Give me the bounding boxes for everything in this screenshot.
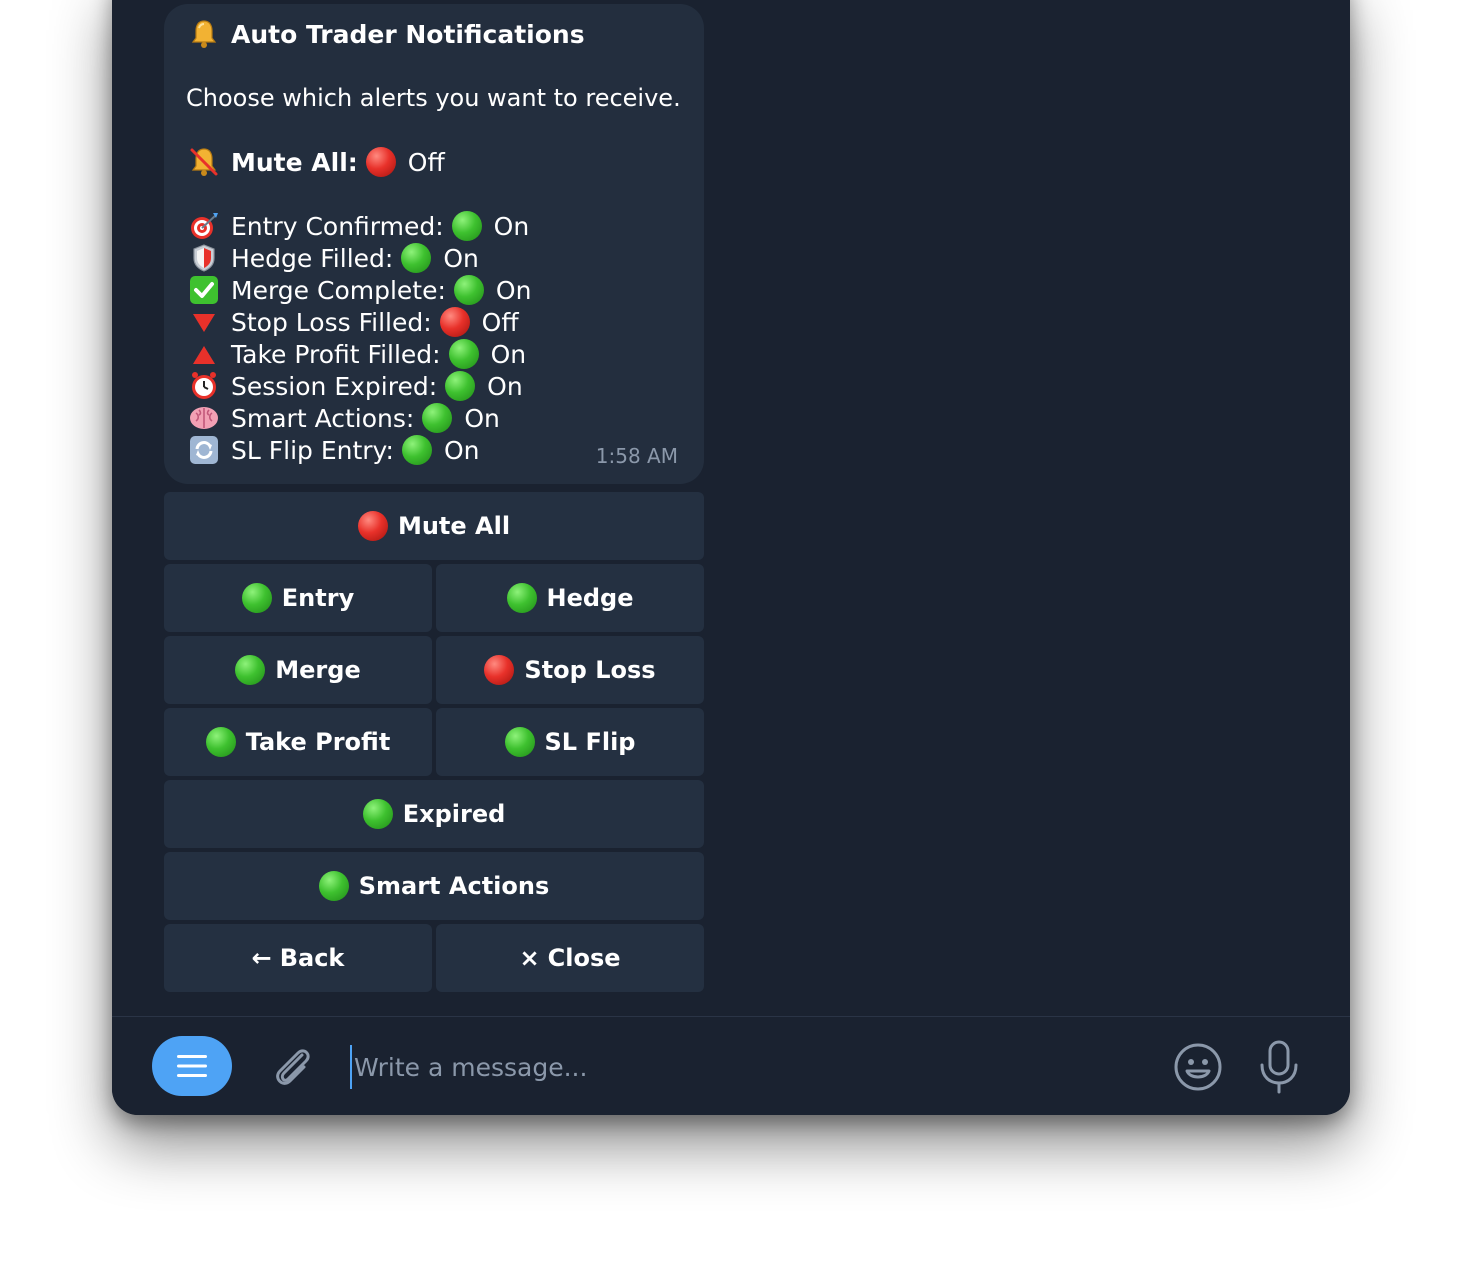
green-circle-icon bbox=[422, 403, 453, 433]
green-circle-icon bbox=[318, 871, 349, 901]
button-label: Mute All bbox=[397, 512, 511, 540]
green-circle-icon bbox=[362, 799, 393, 829]
status-label: Smart Actions: bbox=[231, 403, 415, 433]
status-row-smart-actions: Smart Actions: On bbox=[186, 402, 682, 434]
green-circle-icon bbox=[504, 727, 535, 757]
button-label: Merge bbox=[275, 656, 361, 684]
button-label: SL Flip bbox=[544, 728, 636, 756]
status-state: Off bbox=[481, 307, 519, 337]
button-label: Stop Loss bbox=[524, 656, 656, 684]
green-circle-icon bbox=[451, 211, 482, 241]
entry-button[interactable]: Entry bbox=[164, 564, 432, 632]
hedge-button[interactable]: Hedge bbox=[436, 564, 704, 632]
chat-window: Auto Trader Notifications Choose which a… bbox=[112, 0, 1350, 1115]
button-label: Entry bbox=[281, 584, 355, 612]
message-title: Auto Trader Notifications bbox=[231, 19, 585, 49]
red-circle-icon bbox=[365, 147, 396, 177]
smart-actions-button[interactable]: Smart Actions bbox=[164, 852, 704, 920]
down-triangle-icon bbox=[186, 306, 222, 338]
status-label: Merge Complete: bbox=[231, 275, 446, 305]
status-row-stop-loss: Stop Loss Filled: Off bbox=[186, 306, 682, 338]
red-circle-icon bbox=[484, 655, 515, 685]
back-button[interactable]: ← Back bbox=[164, 924, 432, 992]
mute-all-button[interactable]: Mute All bbox=[164, 492, 704, 560]
menu-icon bbox=[177, 1055, 207, 1077]
status-row-entry: Entry Confirmed: On bbox=[186, 210, 682, 242]
brain-icon bbox=[186, 402, 222, 434]
message-subtitle: Choose which alerts you want to receive. bbox=[186, 84, 681, 112]
expired-button[interactable]: Expired bbox=[164, 780, 704, 848]
mute-all-status: Mute All: Off bbox=[186, 146, 682, 178]
up-triangle-icon bbox=[186, 338, 222, 370]
arrow-left-icon: ← bbox=[251, 944, 272, 972]
red-circle-icon bbox=[439, 307, 470, 337]
bell-icon bbox=[186, 18, 222, 50]
status-label: SL Flip Entry: bbox=[231, 435, 394, 465]
refresh-icon bbox=[186, 434, 222, 466]
button-label: Back bbox=[279, 944, 345, 972]
status-row-take-profit: Take Profit Filled: On bbox=[186, 338, 682, 370]
merge-button[interactable]: Merge bbox=[164, 636, 432, 704]
green-circle-icon bbox=[453, 275, 484, 305]
green-circle-icon bbox=[401, 243, 432, 273]
attach-button[interactable] bbox=[268, 1041, 316, 1093]
status-label: Stop Loss Filled: bbox=[231, 307, 432, 337]
stop-loss-button[interactable]: Stop Loss bbox=[436, 636, 704, 704]
status-state: On bbox=[490, 339, 527, 369]
bot-menu-button[interactable] bbox=[152, 1036, 232, 1096]
red-circle-icon bbox=[357, 511, 388, 541]
status-state: On bbox=[443, 243, 479, 273]
close-button[interactable]: × Close bbox=[436, 924, 704, 992]
close-icon: × bbox=[519, 944, 540, 972]
button-label: Expired bbox=[402, 800, 506, 828]
green-circle-icon bbox=[506, 583, 537, 613]
check-box-icon bbox=[186, 274, 222, 306]
green-circle-icon bbox=[445, 371, 476, 401]
message-title-row: Auto Trader Notifications bbox=[186, 18, 682, 50]
green-circle-icon bbox=[401, 435, 432, 465]
status-row-session-expired: Session Expired: On bbox=[186, 370, 682, 402]
shield-icon bbox=[186, 242, 222, 274]
green-circle-icon bbox=[241, 583, 272, 613]
status-state: On bbox=[487, 371, 523, 401]
message-time: 1:58 AM bbox=[595, 444, 678, 468]
status-list: Entry Confirmed: On Hedge Filled: On Mer… bbox=[186, 210, 682, 466]
take-profit-button[interactable]: Take Profit bbox=[164, 708, 432, 776]
button-label: Take Profit bbox=[245, 728, 391, 756]
message-bubble: Auto Trader Notifications Choose which a… bbox=[164, 4, 704, 484]
status-state: On bbox=[443, 435, 480, 465]
voice-record-button[interactable] bbox=[1257, 1039, 1301, 1095]
button-label: Hedge bbox=[546, 584, 634, 612]
status-state: On bbox=[464, 403, 500, 433]
status-state: On bbox=[495, 275, 532, 305]
alarm-clock-icon bbox=[186, 370, 222, 402]
message-input[interactable] bbox=[350, 1045, 1134, 1089]
status-row-hedge: Hedge Filled: On bbox=[186, 242, 682, 274]
button-label: Smart Actions bbox=[358, 872, 550, 900]
status-row-merge: Merge Complete: On bbox=[186, 274, 682, 306]
status-label: Session Expired: bbox=[231, 371, 438, 401]
green-circle-icon bbox=[205, 727, 236, 757]
emoji-icon bbox=[1174, 1043, 1222, 1091]
status-label: Take Profit Filled: bbox=[231, 339, 441, 369]
mute-all-state: Off bbox=[407, 147, 445, 177]
sl-flip-button[interactable]: SL Flip bbox=[436, 708, 704, 776]
status-label: Entry Confirmed: bbox=[231, 211, 444, 241]
mute-all-label: Mute All: bbox=[231, 147, 358, 177]
paperclip-icon bbox=[276, 1049, 310, 1085]
button-label: Close bbox=[547, 944, 621, 972]
green-circle-icon bbox=[448, 339, 479, 369]
target-icon bbox=[186, 210, 222, 242]
microphone-icon bbox=[1260, 1040, 1298, 1094]
bell-slash-icon bbox=[186, 146, 222, 178]
status-state: On bbox=[493, 211, 530, 241]
message-composer bbox=[112, 1016, 1350, 1115]
green-circle-icon bbox=[235, 655, 266, 685]
emoji-button[interactable] bbox=[1172, 1041, 1224, 1093]
status-label: Hedge Filled: bbox=[231, 243, 394, 273]
